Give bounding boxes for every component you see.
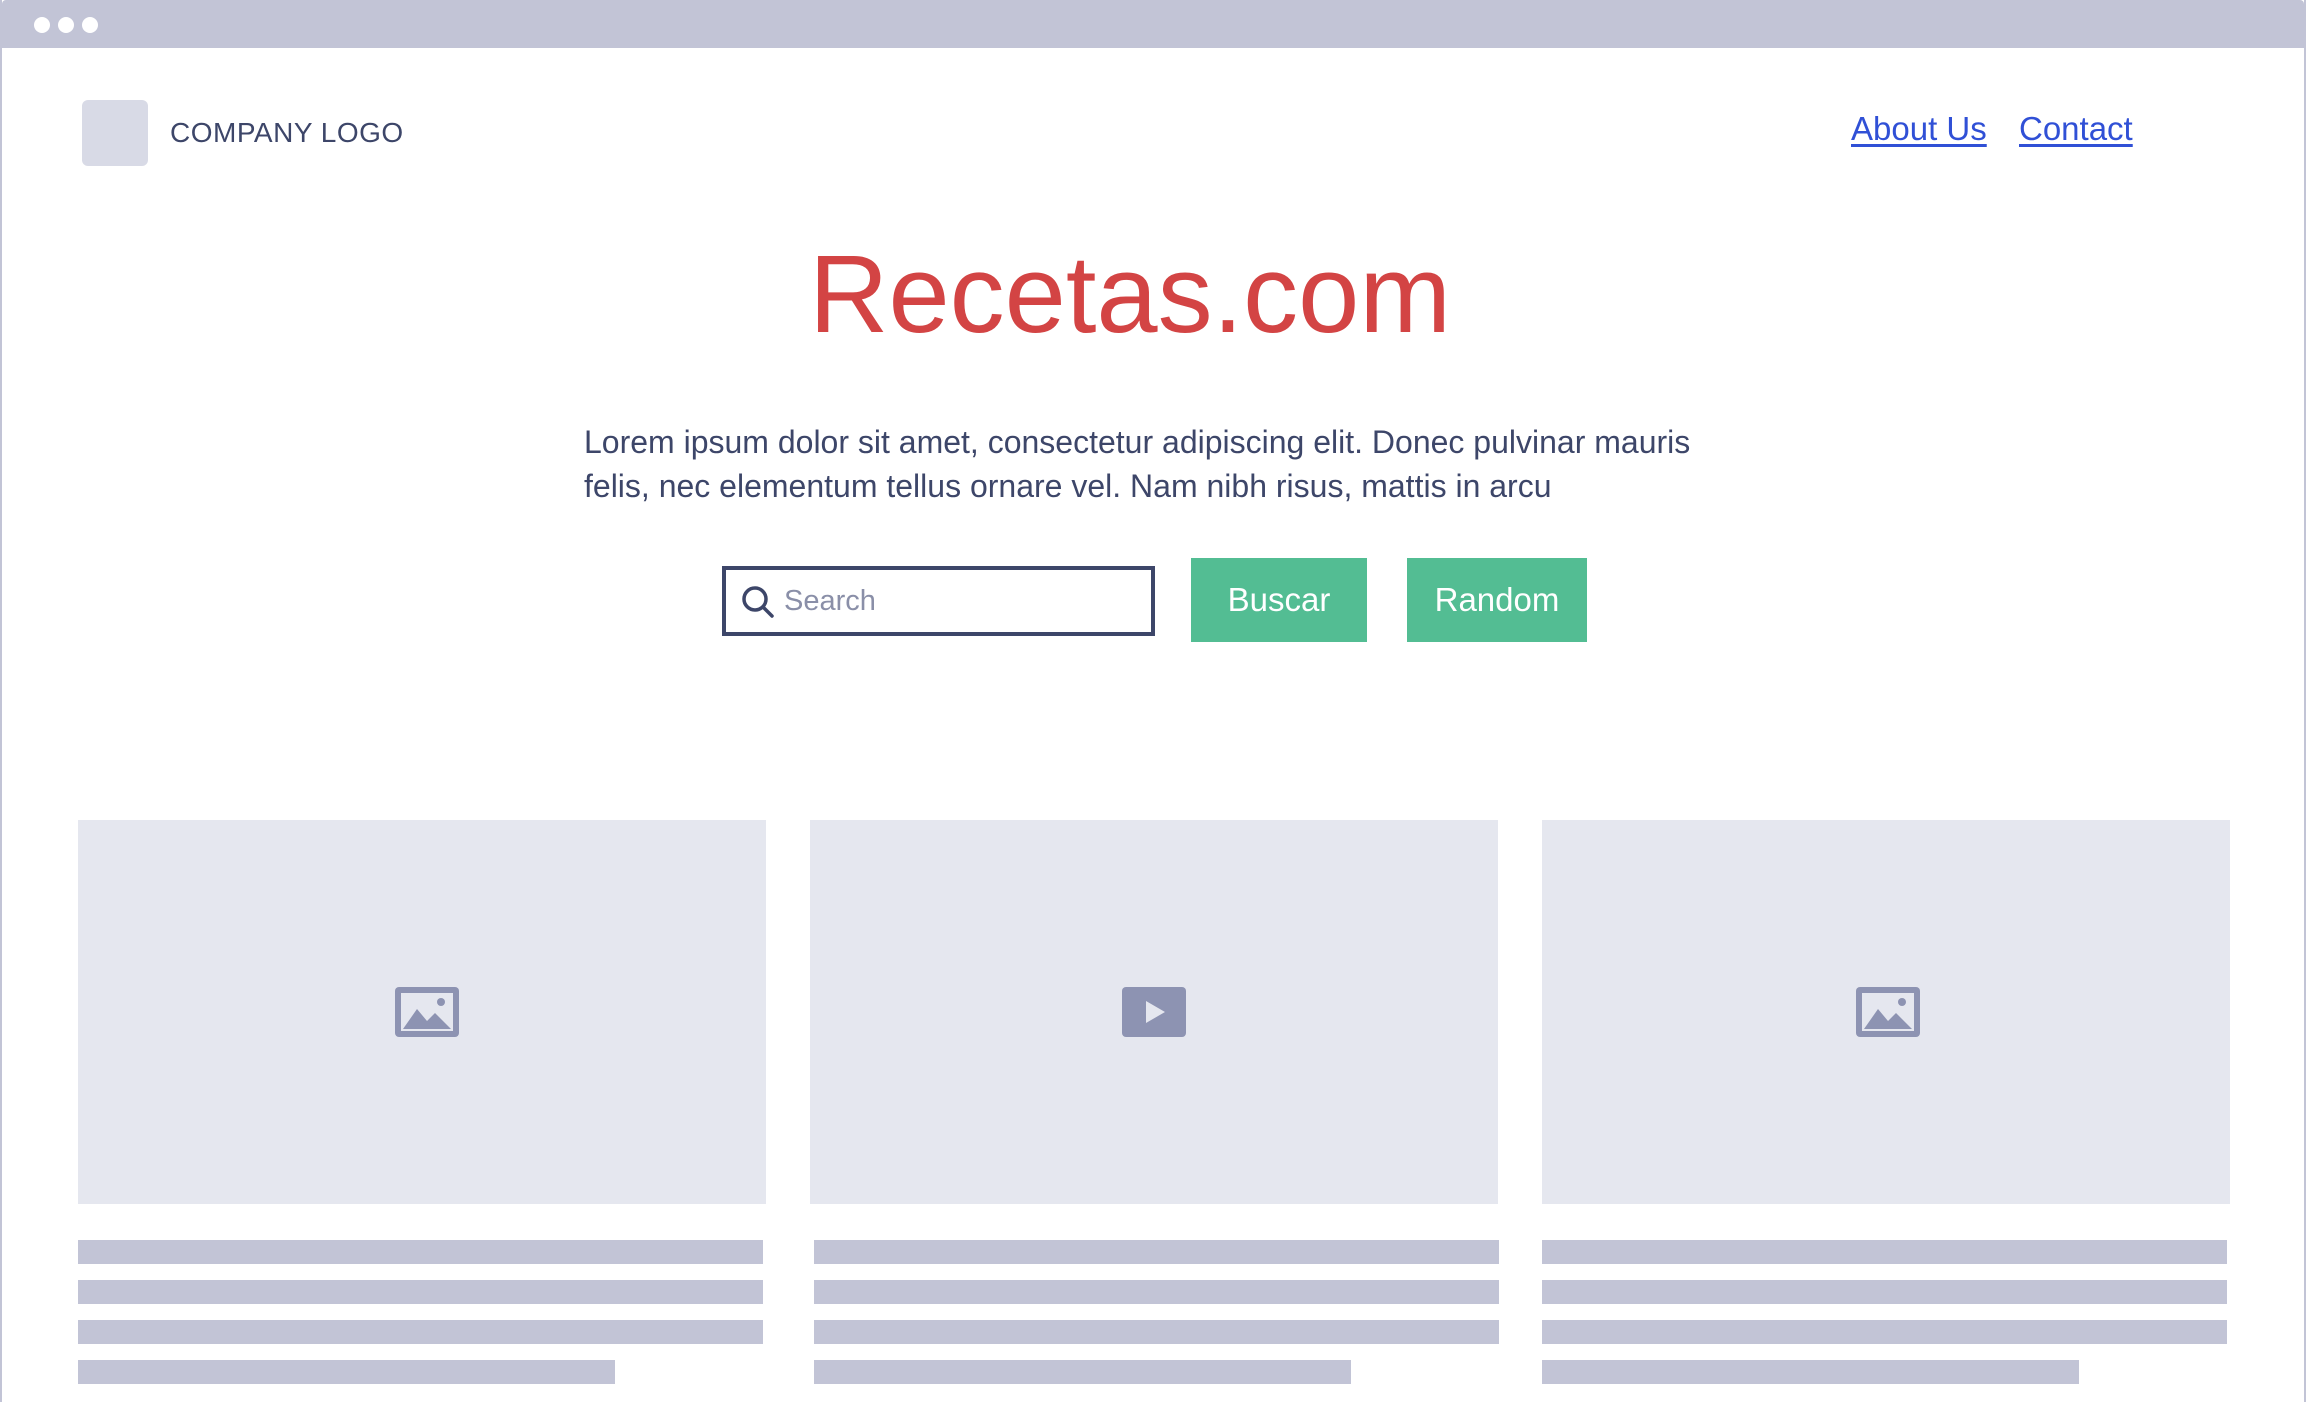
search-icon xyxy=(742,586,774,618)
random-button[interactable]: Random xyxy=(1407,558,1587,642)
card-text-line xyxy=(78,1280,763,1304)
hero-description: Lorem ipsum dolor sit amet, consectetur … xyxy=(584,424,1691,504)
card-text-line xyxy=(78,1360,615,1384)
card-text-line xyxy=(1542,1240,2227,1264)
image-icon xyxy=(1856,987,1920,1037)
card-text-line xyxy=(1542,1320,2227,1344)
card-text-line xyxy=(1542,1280,2227,1304)
card-text-line xyxy=(814,1320,1499,1344)
card-text-line xyxy=(814,1240,1499,1264)
nav-link-contact[interactable]: Contact xyxy=(2019,108,2133,150)
card-text-line xyxy=(1542,1360,2079,1384)
card-video-placeholder[interactable] xyxy=(810,820,1498,1204)
search-box[interactable] xyxy=(722,566,1155,636)
window-minimize-dot[interactable] xyxy=(58,17,74,33)
card-text-line xyxy=(814,1280,1499,1304)
company-logo-text: COMPANY LOGO xyxy=(170,117,404,148)
nav-link-about-us[interactable]: About Us xyxy=(1851,108,1987,150)
search-input[interactable] xyxy=(784,578,1134,624)
window-close-dot[interactable] xyxy=(34,17,50,33)
image-icon xyxy=(395,987,459,1037)
card-image-placeholder[interactable] xyxy=(78,820,766,1204)
card-image-placeholder[interactable] xyxy=(1542,820,2230,1204)
card-text-line xyxy=(78,1320,763,1344)
browser-window: COMPANY LOGO About Us Contact Recetas.co… xyxy=(0,0,2306,1402)
browser-titlebar xyxy=(2,0,2304,48)
page-title: Recetas.com xyxy=(809,233,1451,356)
buscar-button[interactable]: Buscar xyxy=(1191,558,1367,642)
company-logo-placeholder[interactable] xyxy=(82,100,148,166)
video-play-icon[interactable] xyxy=(1122,987,1186,1037)
card-text-line xyxy=(814,1360,1351,1384)
window-maximize-dot[interactable] xyxy=(82,17,98,33)
card-text-line xyxy=(78,1240,763,1264)
